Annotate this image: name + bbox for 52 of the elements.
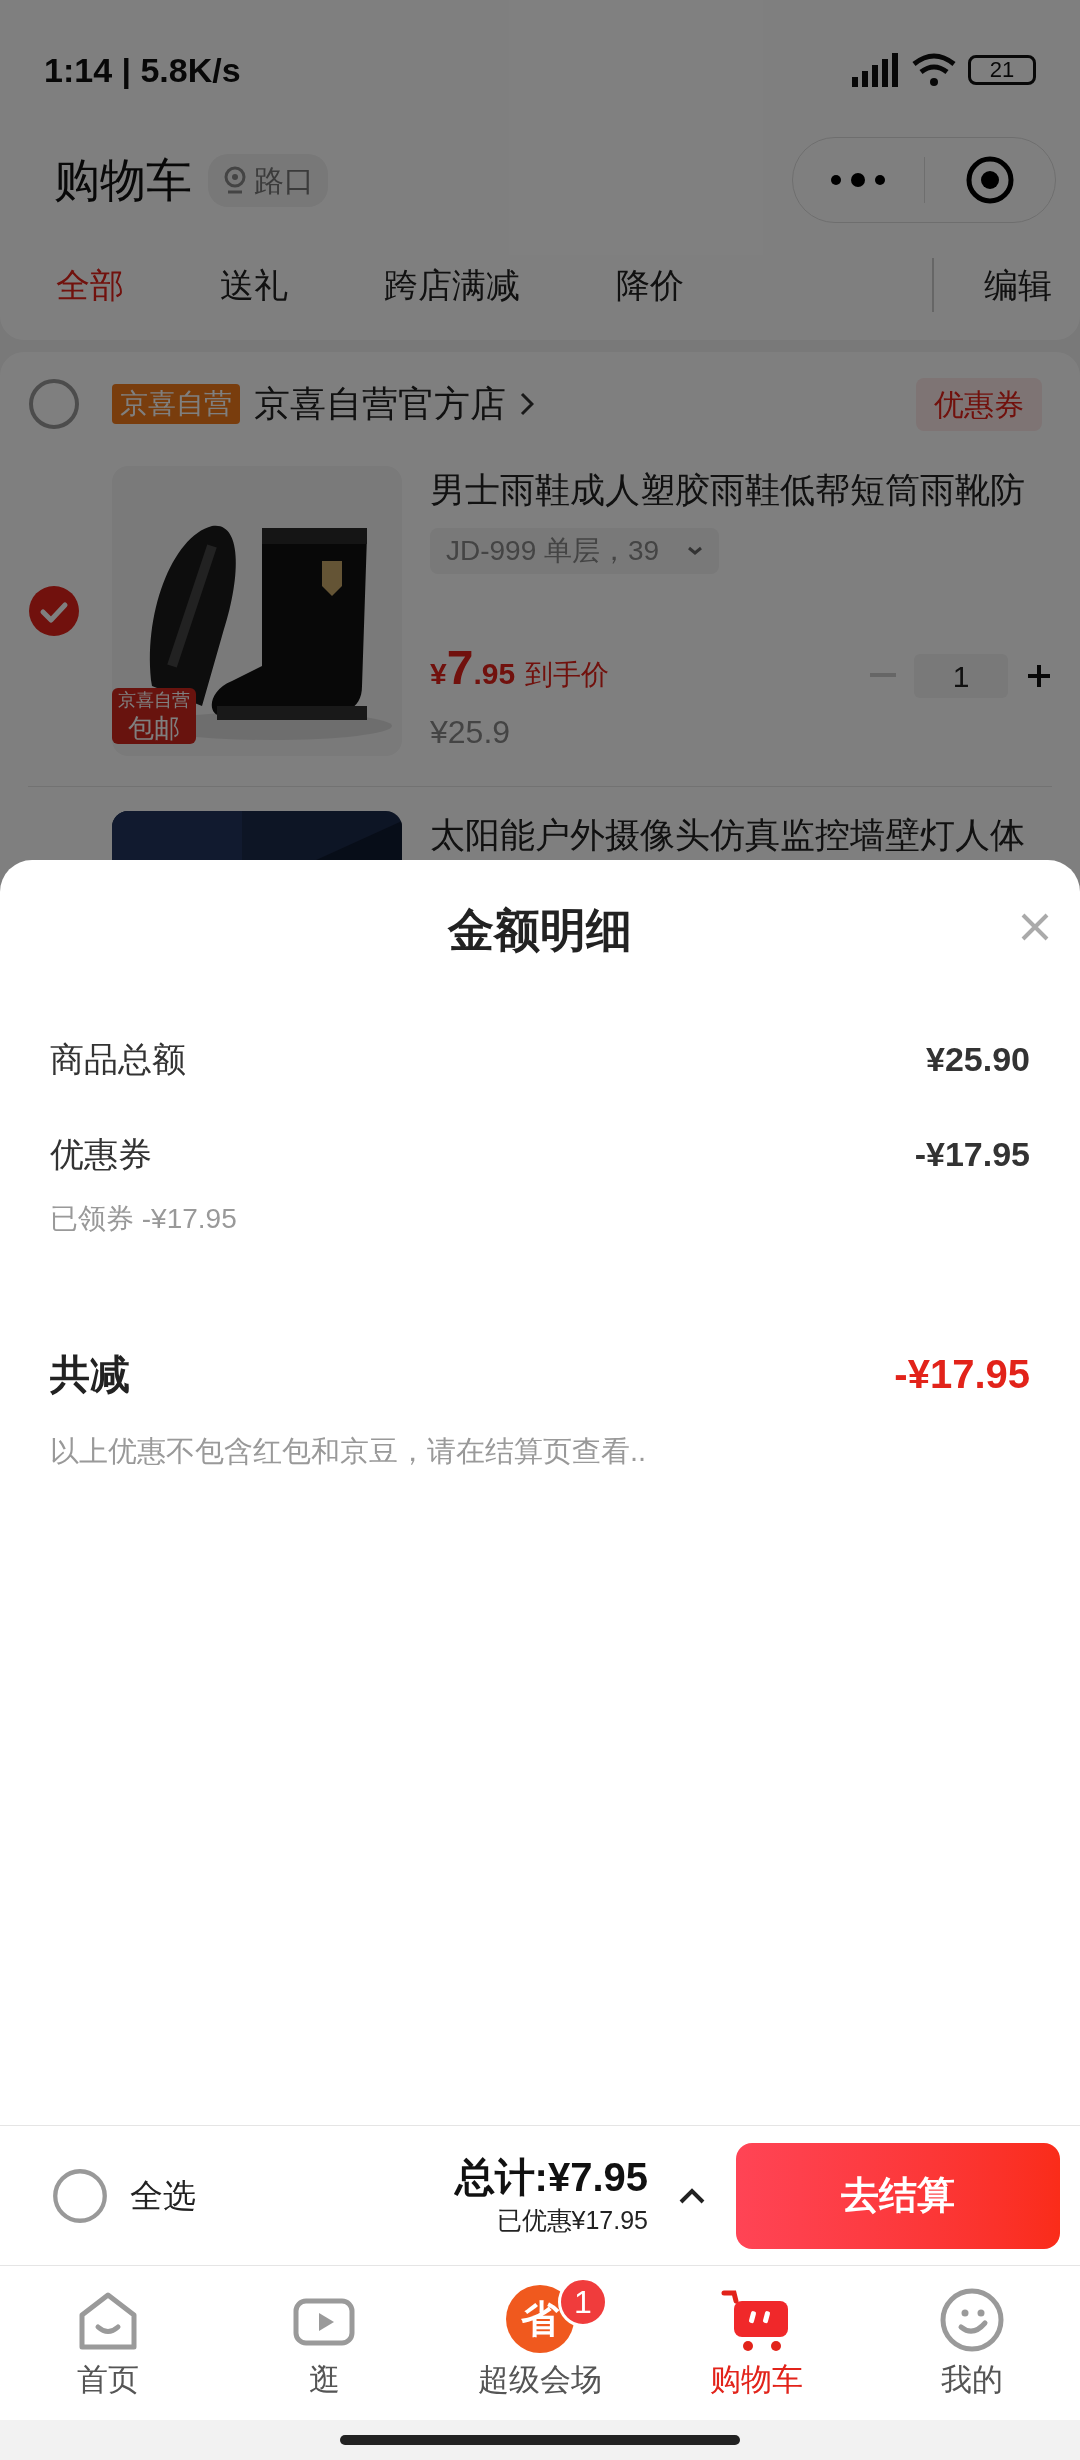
- wifi-icon: [910, 52, 958, 88]
- filter-tab[interactable]: 跨店满减: [384, 259, 520, 311]
- nav-item[interactable]: 我的: [864, 2266, 1080, 2420]
- select-all-label[interactable]: 全选: [130, 2170, 196, 2221]
- badge-top-text: 京喜自营: [118, 689, 190, 712]
- badge-bottom-text: 包邮: [128, 712, 180, 744]
- current-price: ¥7.95: [430, 640, 516, 696]
- location-text: 路口: [254, 162, 314, 199]
- price-label: 到手价: [525, 658, 610, 692]
- signal-icon: [850, 53, 900, 87]
- amount-label: 商品总额: [50, 1039, 186, 1080]
- checkout-button[interactable]: 去结算: [736, 2142, 1060, 2249]
- nav-item[interactable]: 逛: [216, 2266, 432, 2420]
- total-label: 共减: [50, 1351, 130, 1398]
- location-chip[interactable]: 路口: [208, 153, 328, 207]
- caret-down-icon: [687, 546, 704, 556]
- coupon-button[interactable]: 优惠券: [916, 377, 1042, 431]
- nav-item[interactable]: 省 1 超级会场: [432, 2266, 648, 2420]
- status-time: 1:14 | 5.8K/s: [44, 49, 241, 91]
- filter-tab[interactable]: 送礼: [220, 259, 288, 311]
- amount-value: ¥25.90: [926, 1039, 1030, 1080]
- close-capsule-icon[interactable]: [964, 155, 1015, 205]
- amount-note: 已领券 -¥17.95: [50, 1202, 238, 1236]
- page-title: 购物车: [54, 152, 192, 208]
- edit-button[interactable]: 编辑: [984, 259, 1052, 311]
- chevron-right-icon: [520, 392, 534, 416]
- store-name[interactable]: 京喜自营官方店: [254, 377, 506, 431]
- store-badge: 京喜自营: [112, 384, 240, 424]
- amount-label: 优惠券: [50, 1134, 152, 1175]
- quantity-field[interactable]: 1: [914, 654, 1008, 698]
- filter-tab[interactable]: 降价: [616, 259, 684, 311]
- battery-icon: 21: [968, 55, 1036, 85]
- original-price: ¥25.9: [430, 713, 512, 752]
- saved-amount: 已优惠¥17.95: [496, 2204, 648, 2236]
- plus-icon[interactable]: [1026, 663, 1052, 689]
- close-icon[interactable]: [1020, 912, 1050, 942]
- sheet-title: 金额明细: [448, 902, 632, 958]
- total-value: -¥17.95: [894, 1351, 1030, 1398]
- nav-item[interactable]: 首页: [0, 2266, 216, 2420]
- caret-up-icon[interactable]: [678, 2186, 706, 2205]
- cart-total: 总计:¥7.95: [454, 2153, 648, 2201]
- product-title[interactable]: 男士雨鞋成人塑胶雨鞋低帮短筒雨靴防: [430, 466, 1052, 514]
- checkbox[interactable]: [52, 2167, 108, 2224]
- sheet-footnote: 以上优惠不包含红包和京豆，请在结算页查看..: [50, 1434, 648, 1469]
- promo-icon: 省: [506, 2284, 574, 2353]
- filter-tab[interactable]: 全部: [56, 259, 124, 311]
- checkbox[interactable]: [28, 378, 80, 430]
- amount-value: -¥17.95: [914, 1134, 1030, 1175]
- smiley-icon: [939, 2286, 1005, 2353]
- nav-item[interactable]: 购物车: [648, 2266, 864, 2420]
- checkbox[interactable]: [28, 585, 80, 637]
- location-pin-icon: [222, 165, 248, 195]
